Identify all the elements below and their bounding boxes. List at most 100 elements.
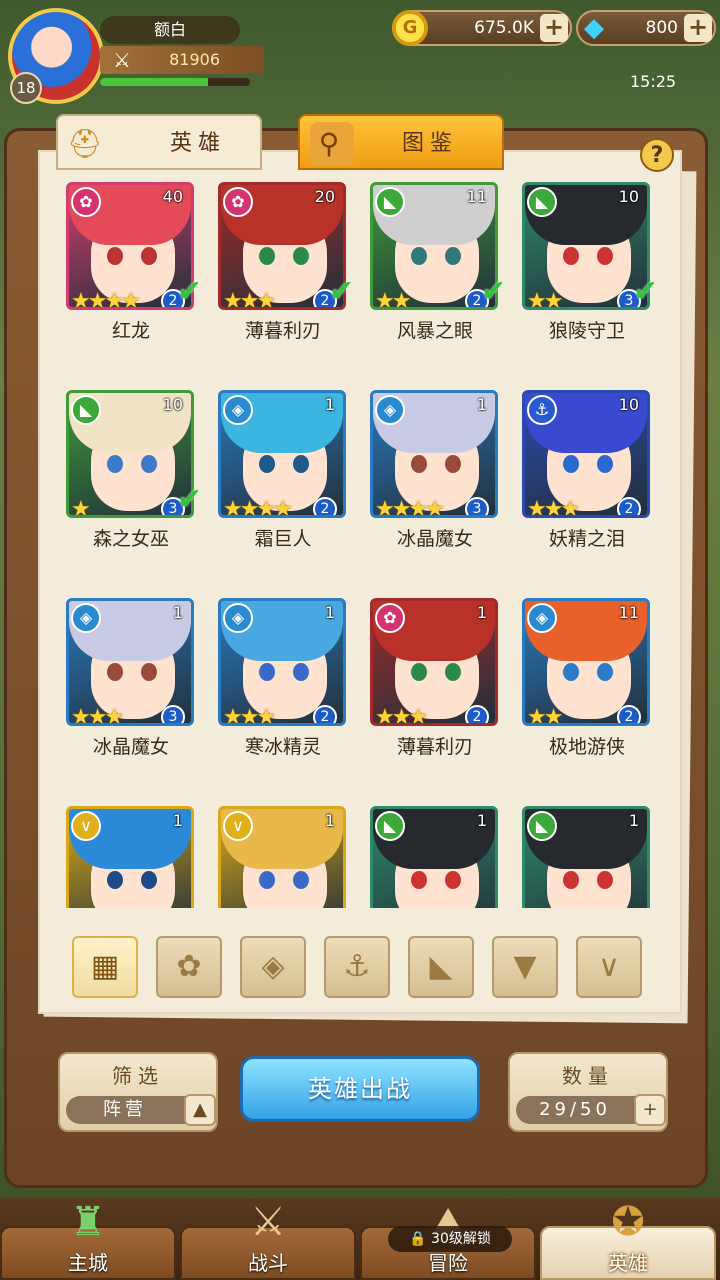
deploy-heroes-button[interactable]: 英雄出战	[240, 1056, 480, 1122]
hero-eye	[259, 455, 275, 473]
anchor-faction-filter-button[interactable]: ⚓	[324, 936, 390, 998]
hero-card[interactable]: ◈ 1 ★★★ 3 冰晶魔女	[66, 594, 196, 794]
frost-faction-filter-button[interactable]: ◈	[240, 936, 306, 998]
nav-adventure[interactable]: ⛰ 🔒 30级解锁 冒险	[360, 1199, 536, 1280]
hero-name: 薄暮利刃	[244, 320, 321, 342]
hero-eye	[445, 871, 461, 889]
sea-faction-icon: ⚓	[527, 395, 557, 425]
hero-level: 10	[618, 187, 639, 206]
beast-faction-filter-button[interactable]: ◣	[408, 936, 474, 998]
hero-stars: ★★★	[375, 705, 428, 726]
hero-portrait: ◈ 1 ★★★ 3	[66, 598, 194, 726]
hero-card[interactable]: ◈ 1 ★★★★ 2 霜巨人	[218, 386, 348, 586]
checkmark-icon: ✔	[632, 274, 658, 309]
hero-card[interactable]: ◣ 1	[522, 802, 652, 908]
hero-level: 1	[476, 811, 487, 830]
nav-heroes[interactable]: ✪ 英雄	[540, 1199, 716, 1280]
hero-level: 11	[618, 603, 639, 622]
hero-level: 10	[618, 395, 639, 414]
filter-box: 筛选 阵营 ▲	[58, 1052, 218, 1132]
hero-stars: ★★★★	[71, 289, 141, 310]
holy-faction-filter-button[interactable]: ∨	[576, 936, 642, 998]
hero-portrait: ◣ 10 ★★ 3	[522, 182, 650, 310]
hero-eye	[259, 663, 275, 681]
castle-icon: ♜	[70, 1199, 106, 1245]
hero-eye	[141, 455, 157, 473]
hero-level: 1	[476, 395, 487, 414]
hero-portrait: ⚓ 10 ★★★ 2	[522, 390, 650, 518]
hero-eye	[563, 663, 579, 681]
faction-filter-dropdown[interactable]: 阵营 ▲	[66, 1094, 216, 1126]
hero-portrait: ◈ 11 ★★ 2	[522, 598, 650, 726]
hero-stars: ★★★	[71, 705, 124, 726]
hero-card[interactable]: ◣ 1	[370, 802, 500, 908]
hero-card[interactable]: ✿ 40 ★★★★ 2 ✔ 红龙	[66, 178, 202, 378]
hero-level: 1	[324, 395, 335, 414]
hero-portrait: ◣ 11 ★★ 2	[370, 182, 498, 310]
dragon-faction-filter-button[interactable]: ✿	[156, 936, 222, 998]
hero-name: 风暴之眼	[396, 320, 473, 342]
hero-card[interactable]: ◈ 1 ★★★ 2 寒冰精灵	[218, 594, 348, 794]
tab-heroes[interactable]: ⛑ 英雄	[56, 114, 262, 170]
hero-name: 冰晶魔女	[92, 736, 169, 758]
hero-stars: ★	[71, 497, 91, 518]
hero-level: 20	[314, 187, 335, 206]
hero-card[interactable]: ◈ 1 ★★★★ 3 冰晶魔女	[370, 386, 500, 586]
hero-level: 40	[162, 187, 183, 206]
hero-card[interactable]: ◣ 10 ★ 3 ✔ 森之女巫	[66, 386, 202, 586]
hero-card[interactable]: ∨ 1	[66, 802, 196, 908]
nav-battle[interactable]: ⚔ 战斗	[180, 1199, 356, 1280]
xp-bar-fill	[100, 78, 208, 86]
hero-level: 1	[628, 811, 639, 830]
checkmark-icon: ✔	[176, 274, 202, 309]
hero-eye	[107, 247, 123, 265]
hero-count: 29/50 +	[516, 1094, 666, 1126]
hero-eye	[445, 663, 461, 681]
beast-faction-icon: ◣	[527, 187, 557, 217]
hero-portrait: ◣ 1	[522, 806, 650, 908]
hero-card[interactable]: ◣ 11 ★★ 2 ✔ 风暴之眼	[370, 178, 506, 378]
chevron-up-icon[interactable]: ▲	[184, 1094, 216, 1126]
help-button[interactable]: ?	[640, 138, 674, 172]
hero-portrait: ✿ 40 ★★★★ 2	[66, 182, 194, 310]
nav-main-city[interactable]: ♜ 主城	[0, 1199, 176, 1280]
tab-codex[interactable]: ⚲ 图鉴	[298, 114, 504, 170]
hero-card[interactable]: ◈ 11 ★★ 2 极地游侠	[522, 594, 652, 794]
frost-faction-icon: ◈	[261, 949, 285, 984]
hero-rank-badge: 2	[465, 705, 489, 723]
hero-eye	[411, 871, 427, 889]
hero-level: 1	[324, 811, 335, 830]
hero-portrait: ∨ 1	[66, 806, 194, 908]
hero-eye	[411, 247, 427, 265]
hero-eye	[411, 455, 427, 473]
tab-heroes-label: 英雄	[169, 131, 226, 156]
add-gems-button[interactable]: +	[684, 14, 712, 42]
hero-eye	[597, 663, 613, 681]
hero-stars: ★★★	[527, 497, 580, 518]
hero-card[interactable]: ∨ 1	[218, 802, 348, 908]
expand-capacity-button[interactable]: +	[634, 1094, 666, 1126]
hero-name: 极地游侠	[548, 736, 625, 758]
diamond-icon: ◆	[584, 13, 604, 43]
hero-stars: ★★★★	[375, 497, 445, 518]
hero-eye	[107, 455, 123, 473]
grid-filter-button[interactable]: ▦	[72, 936, 138, 998]
hero-card[interactable]: ⚓ 10 ★★★ 2 妖精之泪	[522, 386, 652, 586]
hero-eye	[141, 871, 157, 889]
hero-card[interactable]: ✿ 1 ★★★ 2 薄暮利刃	[370, 594, 500, 794]
add-gold-button[interactable]: +	[540, 14, 568, 42]
hero-card[interactable]: ◣ 10 ★★ 3 ✔ 狼陵守卫	[522, 178, 658, 378]
hero-eye	[563, 871, 579, 889]
adventure-lock-label: 30级解锁	[431, 1231, 491, 1247]
shadow-faction-filter-button[interactable]: ▼	[492, 936, 558, 998]
hero-eye	[141, 663, 157, 681]
hero-card[interactable]: ✿ 20 ★★★ 2 ✔ 薄暮利刃	[218, 178, 354, 378]
hero-stars: ★★★	[223, 289, 276, 310]
xp-bar	[100, 78, 250, 86]
bottom-nav: ♜ 主城 ⚔ 战斗 ⛰ 🔒 30级解锁 冒险 ✪ 英雄	[0, 1198, 720, 1280]
hero-portrait: ✿ 1 ★★★ 2	[370, 598, 498, 726]
hero-grid[interactable]: ✿ 40 ★★★★ 2 ✔ 红龙 ✿ 20 ★★★ 2 ✔ 薄暮利刃 ◣ 11 ★★ 2 ✔ 风暴之眼 ◣ 10 ★★ 3…	[40, 176, 680, 908]
grid-icon: ▦	[90, 949, 120, 984]
shadow-faction-icon: ▼	[513, 949, 537, 984]
gold-counter: G 675.0K +	[392, 10, 572, 46]
